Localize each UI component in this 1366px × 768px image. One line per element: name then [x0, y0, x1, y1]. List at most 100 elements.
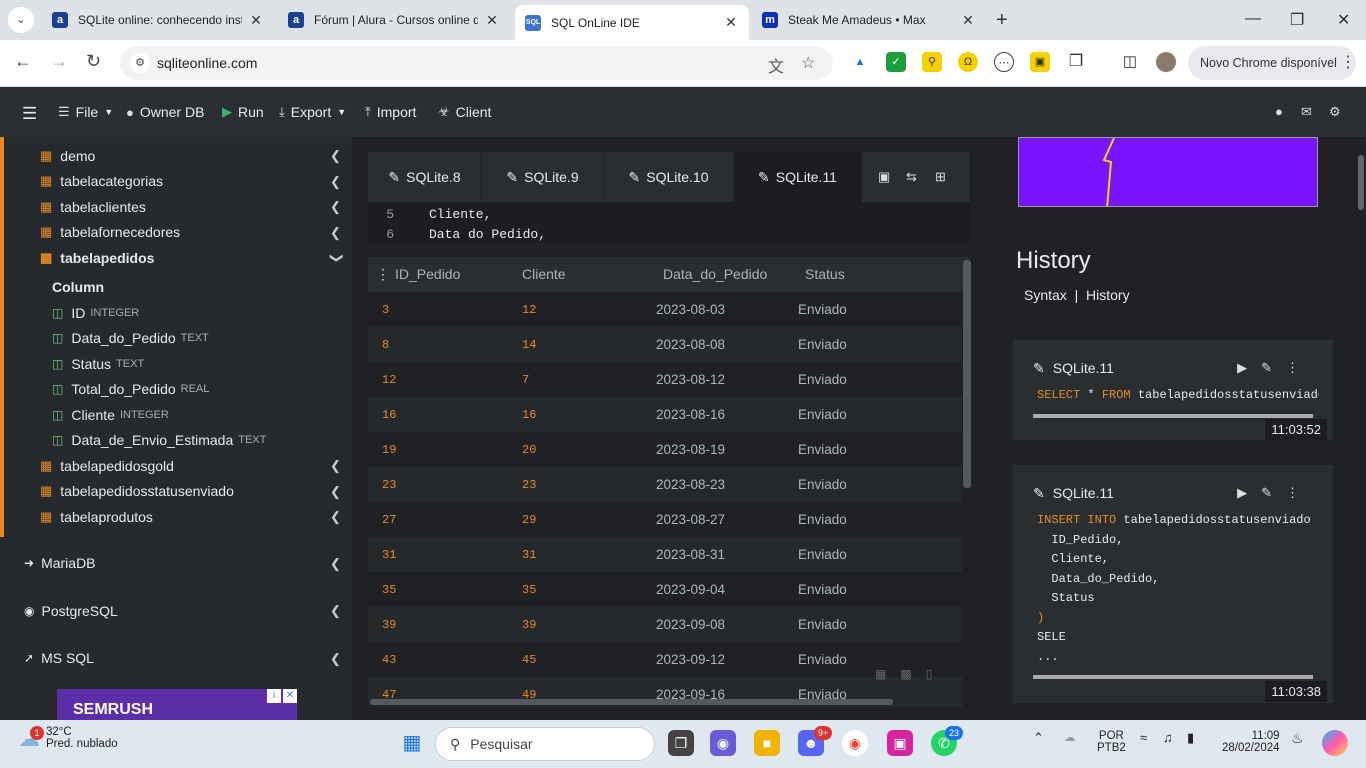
table-row[interactable]: 31 31 2023-08-31 Enviado: [368, 537, 962, 572]
chevron-left-icon[interactable]: ❮: [330, 225, 341, 241]
table-item-tabelapedidosgold[interactable]: ▦ tabelapedidosgold: [40, 458, 174, 474]
chevron-left-icon[interactable]: ❮: [330, 458, 341, 474]
tag-extension-icon[interactable]: ▣: [1030, 52, 1050, 72]
ad-close-icon[interactable]: ✕: [283, 689, 297, 703]
chrome-icon[interactable]: ◉: [842, 730, 868, 756]
user-icon[interactable]: ●: [1275, 104, 1283, 119]
db-mariadb[interactable]: ➜ MariaDB: [24, 555, 96, 571]
query-scrollbar[interactable]: [1033, 414, 1313, 418]
search-extension-icon[interactable]: ⚲: [922, 52, 942, 72]
ad-info-icon[interactable]: i: [267, 689, 281, 703]
db-postgresql[interactable]: ◉ PostgreSQL: [24, 603, 118, 619]
close-icon[interactable]: ✕: [484, 12, 500, 29]
play-icon[interactable]: ▶: [1237, 360, 1261, 375]
close-icon[interactable]: ✕: [248, 12, 264, 29]
circle-extension-icon[interactable]: ⋯: [994, 52, 1014, 72]
battery-icon[interactable]: ▮: [1187, 730, 1194, 746]
syntax-link[interactable]: Syntax: [1024, 287, 1067, 303]
forward-icon[interactable]: →: [50, 51, 68, 72]
table-item-tabelapedidos[interactable]: ▦ tabelapedidos: [40, 250, 154, 266]
tab-sqlite-10[interactable]: ✎ SQLite.10: [604, 152, 734, 202]
import-button[interactable]: ⤒ Import: [365, 104, 416, 120]
drive-icon[interactable]: ▲: [850, 52, 870, 72]
client-button[interactable]: ☣ Client: [438, 104, 491, 120]
table-view-icon[interactable]: ▦: [875, 667, 900, 681]
tray-overflow-icon[interactable]: ⌃: [1033, 730, 1044, 746]
table-item-demo[interactable]: ▦ demo: [40, 148, 95, 164]
table-item-tabelacategorias[interactable]: ▦ tabelacategorias: [40, 173, 163, 189]
table-row[interactable]: 43 45 2023-09-12 Enviado: [368, 642, 962, 677]
column-header-data-do-pedido[interactable]: Data_do_Pedido: [663, 266, 767, 282]
sidepanel-icon[interactable]: ◫: [1120, 52, 1140, 72]
tab-sqlite-8[interactable]: ✎ SQLite.8: [368, 152, 482, 202]
bookmark-star-icon[interactable]: ☆: [801, 53, 815, 73]
check-extension-icon[interactable]: ✓: [886, 52, 906, 72]
column-item[interactable]: ◫ ID INTEGER: [52, 305, 139, 321]
taskbar-search[interactable]: ⚲ Pesquisar: [435, 727, 655, 761]
semrush-ad[interactable]: SEMRUSH i ✕: [57, 689, 297, 720]
column-item[interactable]: ◫ Data_do_Pedido TEXT: [52, 330, 209, 346]
chevron-left-icon[interactable]: ❮: [330, 603, 341, 619]
browser-tab-1[interactable]: a SQLite online: conhecendo inst ✕: [42, 5, 274, 35]
chevron-left-icon[interactable]: ❮: [330, 199, 341, 215]
chevron-down-icon[interactable]: ❮: [327, 253, 343, 264]
settings-gear-icon[interactable]: ⚙: [1329, 104, 1341, 120]
edit-view-icon[interactable]: ▯: [926, 667, 947, 681]
language-indicator[interactable]: POR PTB2: [1097, 730, 1126, 754]
instagram-icon[interactable]: ▣: [887, 730, 913, 756]
owner-db-button[interactable]: ● Owner DB: [126, 104, 204, 120]
query-scrollbar[interactable]: [1033, 675, 1313, 679]
column-item[interactable]: ◫ Total_do_Pedido REAL: [52, 381, 209, 397]
chart-view-icon[interactable]: ▩: [900, 667, 925, 681]
tab-sqlite-11[interactable]: ✎ SQLite.11: [734, 152, 862, 202]
new-tab-icon[interactable]: +: [996, 9, 1008, 32]
history-card[interactable]: ✎ SQLite.11 ▶✎⋮ INSERT INTO tabelapedidos…: [1013, 465, 1333, 703]
browser-tab-2[interactable]: a Fórum | Alura - Cursos online d ✕: [278, 5, 510, 35]
table-row[interactable]: 35 35 2023-09-04 Enviado: [368, 572, 962, 607]
column-item[interactable]: ◫ Cliente INTEGER: [52, 407, 169, 423]
table-row[interactable]: 12 7 2023-08-12 Enviado: [368, 362, 962, 397]
omnibox[interactable]: ⚙ sqliteonline.com 文 ☆: [120, 46, 833, 80]
db-mssql[interactable]: ➚ MS SQL: [24, 650, 94, 666]
column-item[interactable]: ◫ Data_de_Envio_Estimada TEXT: [52, 432, 266, 448]
chevron-left-icon[interactable]: ❮: [330, 556, 341, 572]
clock[interactable]: 11:09 28/02/2024: [1222, 730, 1280, 754]
restore-icon[interactable]: ❐: [1290, 10, 1304, 30]
refresh-icon[interactable]: ⇆: [906, 169, 917, 185]
close-icon[interactable]: ✕: [960, 12, 976, 29]
mail-icon[interactable]: ✉: [1301, 104, 1312, 120]
export-menu[interactable]: ⤓ Export ▼: [279, 104, 346, 120]
column-header-id-pedido[interactable]: ID_Pedido: [395, 266, 460, 282]
play-icon[interactable]: ▶: [1237, 485, 1261, 500]
file-menu[interactable]: ☰ File ▼: [58, 104, 113, 120]
table-row[interactable]: 3 12 2023-08-03 Enviado: [368, 292, 962, 327]
hamburger-menu-icon[interactable]: ☰: [22, 104, 37, 124]
table-item-tabelaclientes[interactable]: ▦ tabelaclientes: [40, 199, 146, 215]
chevron-left-icon[interactable]: ❮: [330, 148, 341, 164]
chevron-left-icon[interactable]: ❮: [330, 484, 341, 500]
edit-icon[interactable]: ✎: [1261, 485, 1286, 500]
task-view-icon[interactable]: ❐: [668, 730, 694, 756]
save-icon[interactable]: ▣: [878, 169, 890, 185]
history-card[interactable]: ✎ SQLite.11 ▶✎⋮ SELECT * FROM tabelapedid…: [1013, 340, 1333, 440]
column-header-cliente[interactable]: Cliente: [522, 266, 566, 282]
chrome-update-button[interactable]: Novo Chrome disponível: [1188, 46, 1356, 80]
close-icon[interactable]: ✕: [723, 14, 739, 31]
minimize-icon[interactable]: —: [1245, 10, 1261, 28]
volume-icon[interactable]: ♫: [1163, 730, 1173, 745]
tray-app-icon[interactable]: ☁: [1064, 730, 1076, 744]
table-row[interactable]: 8 14 2023-08-08 Enviado: [368, 327, 962, 362]
chevron-left-icon[interactable]: ❮: [330, 174, 341, 190]
wifi-icon[interactable]: ≈: [1140, 730, 1147, 745]
code-editor[interactable]: 5 Cliente, 6 Data do Pedido,: [368, 202, 970, 242]
windows-start-icon[interactable]: ▦: [399, 730, 425, 756]
column-item[interactable]: ◫ Status TEXT: [52, 356, 144, 372]
chrome-menu-icon[interactable]: ⋮: [1340, 52, 1356, 72]
chevron-left-icon[interactable]: ❮: [330, 509, 341, 525]
tab-search-icon[interactable]: ⌄: [8, 7, 34, 33]
run-button[interactable]: ▶ Run: [222, 104, 264, 120]
notification-bell-icon[interactable]: ♨: [1291, 730, 1304, 747]
add-tab-icon[interactable]: ⊞: [935, 169, 946, 185]
chevron-left-icon[interactable]: ❮: [330, 651, 341, 667]
file-explorer-icon[interactable]: ■: [754, 730, 780, 756]
